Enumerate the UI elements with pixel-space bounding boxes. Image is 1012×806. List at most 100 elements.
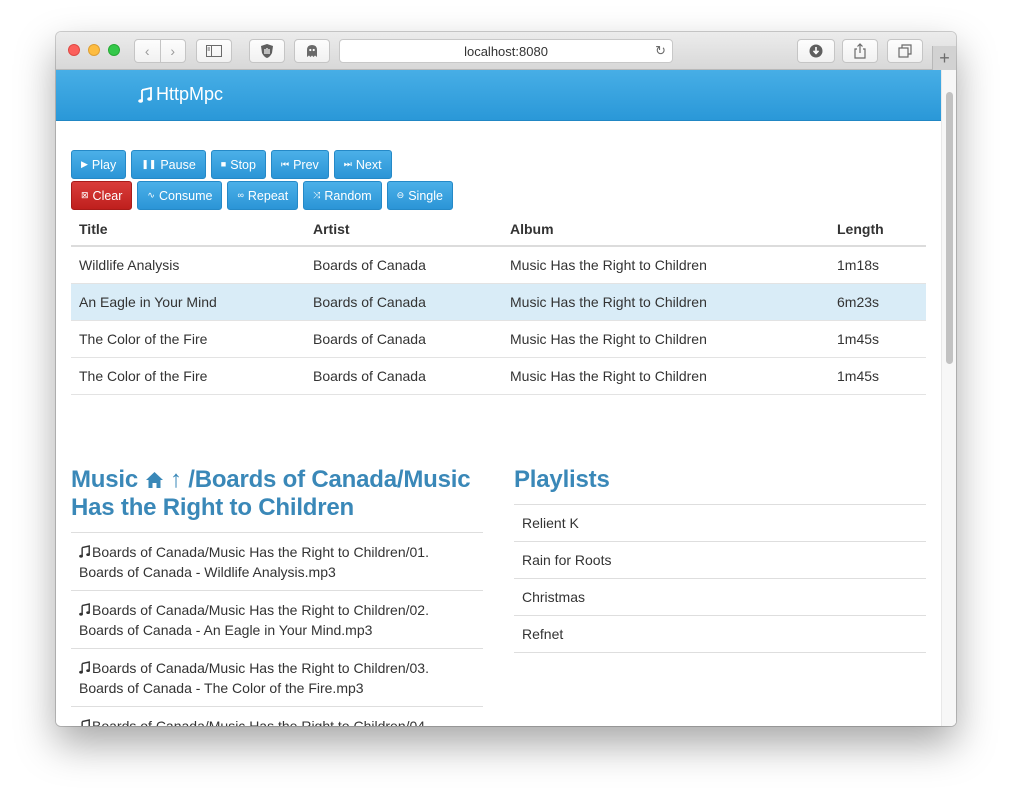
minimize-window-button[interactable] <box>88 44 100 56</box>
playlist-item[interactable]: Christmas <box>514 579 926 616</box>
random-icon: ⤨ <box>313 190 321 200</box>
track-title: The Color of the Fire <box>71 320 305 358</box>
track-length: 1m45s <box>829 320 926 358</box>
close-window-button[interactable] <box>68 44 80 56</box>
next-button[interactable]: ⏭ Next <box>333 150 392 179</box>
button-label: Play <box>91 157 117 172</box>
navbar: HttpMpc <box>56 70 941 121</box>
button-label: Random <box>324 188 372 203</box>
play-button[interactable]: ▶ Play <box>71 150 127 179</box>
stop-icon: ■ <box>220 159 227 169</box>
extension-ghost-button[interactable] <box>294 39 330 63</box>
file-item[interactable]: Boards of Canada/Music Has the Right to … <box>71 533 483 591</box>
track-album: Music Has the Right to Children <box>502 320 829 358</box>
file-path: Boards of Canada/Music Has the Right to … <box>79 602 429 638</box>
music-note-icon <box>138 86 152 103</box>
button-label: Next <box>355 157 382 172</box>
track-artist: Boards of Canada <box>305 320 502 358</box>
up-directory-icon[interactable]: ↑ <box>170 466 182 493</box>
sidebar-icon <box>206 45 222 57</box>
button-label: Clear <box>92 188 123 203</box>
clear-icon: ⊠ <box>81 190 89 200</box>
file-list: Boards of Canada/Music Has the Right to … <box>71 532 483 726</box>
column-header-artist[interactable]: Artist <box>305 213 502 247</box>
back-button[interactable]: ‹ <box>135 43 160 59</box>
browser-window: ‹ › localhost:8080 ↻ + HttpMpc ▶ Play ❚❚… <box>56 32 956 726</box>
file-path: Boards of Canada/Music Has the Right to … <box>92 718 429 726</box>
column-header-album[interactable]: Album <box>502 213 829 247</box>
track-album: Music Has the Right to Children <box>502 357 829 395</box>
forward-button[interactable]: › <box>160 43 185 59</box>
track-artist: Boards of Canada <box>305 283 502 321</box>
repeat-icon: ∞ <box>237 190 244 200</box>
playlist-item[interactable]: Refnet <box>514 616 926 653</box>
address-bar[interactable]: localhost:8080 ↻ <box>339 39 673 63</box>
track-title: An Eagle in Your Mind <box>71 283 305 321</box>
track-length: 6m23s <box>829 283 926 321</box>
extension-shield-button[interactable] <box>249 39 285 63</box>
queue-row[interactable]: The Color of the Fire Boards of Canada Mus… <box>71 320 926 358</box>
vertical-scrollbar[interactable] <box>941 70 956 726</box>
playlists-panel: Playlists Relient K Rain for Roots Christm… <box>514 466 926 653</box>
file-item[interactable]: Boards of Canada/Music Has the Right to … <box>71 707 483 726</box>
queue-row[interactable]: An Eagle in Your Mind Boards of Canada Mus… <box>71 283 926 321</box>
column-header-title[interactable]: Title <box>71 213 305 247</box>
random-button[interactable]: ⤨ Random <box>303 181 382 210</box>
playlists-heading: Playlists <box>514 466 610 493</box>
consume-button[interactable]: ∿ Consume <box>137 181 223 210</box>
queue-row[interactable]: The Color of the Fire Boards of Canada Mus… <box>71 357 926 395</box>
share-icon <box>854 43 866 59</box>
track-title: Wildlife Analysis <box>71 246 305 284</box>
music-file-icon <box>79 661 90 674</box>
music-file-icon <box>81 719 90 726</box>
scrollbar-thumb[interactable] <box>946 92 953 364</box>
queue-table: Title Artist Album Length Wildlife Analy… <box>71 213 926 395</box>
queue-header-row: Title Artist Album Length <box>71 213 926 247</box>
button-label: Single <box>408 188 443 203</box>
clear-button[interactable]: ⊠ Clear <box>71 181 133 210</box>
browser-root-link[interactable]: Music <box>71 466 138 493</box>
track-length: 1m18s <box>829 246 926 284</box>
player-controls: ▶ Play ❚❚ Pause ■ Stop ⏮ Prev ⏭ Next ⊠ Clear ∿ Consu… <box>71 150 453 212</box>
reload-icon[interactable]: ↻ <box>655 43 666 59</box>
play-icon: ▶ <box>81 159 88 169</box>
track-album: Music Has the Right to Children <box>502 283 829 321</box>
file-browser: Music ↑ /Boards of Canada/Music Has the … <box>71 466 483 726</box>
show-tabs-button[interactable] <box>887 39 923 63</box>
ghost-icon <box>307 45 317 57</box>
music-file-icon <box>79 545 90 558</box>
next-icon: ⏭ <box>343 159 352 169</box>
music-file-icon <box>79 603 90 616</box>
single-icon: ⊖ <box>396 190 405 200</box>
home-icon[interactable] <box>145 471 164 489</box>
mode-controls: ⊠ Clear ∿ Consume ∞ Repeat ⤨ Random ⊖ Single <box>71 181 453 211</box>
single-button[interactable]: ⊖ Single <box>386 181 453 210</box>
playlist-list: Relient K Rain for Roots Christmas Refnet <box>514 504 926 653</box>
browser-heading: Music ↑ /Boards of Canada/Music Has the … <box>71 466 483 522</box>
brand[interactable]: HttpMpc <box>138 84 223 105</box>
track-artist: Boards of Canada <box>305 357 502 395</box>
download-icon <box>809 44 823 58</box>
playlist-item[interactable]: Rain for Roots <box>514 542 926 579</box>
column-header-length[interactable]: Length <box>829 213 926 247</box>
stop-button[interactable]: ■ Stop <box>210 150 266 179</box>
title-bar: ‹ › localhost:8080 ↻ + <box>56 32 956 70</box>
downloads-button[interactable] <box>797 39 835 63</box>
new-tab-button[interactable]: + <box>932 46 956 70</box>
track-length: 1m45s <box>829 357 926 395</box>
file-item[interactable]: Boards of Canada/Music Has the Right to … <box>71 591 483 649</box>
playlist-item[interactable]: Relient K <box>514 505 926 542</box>
page-viewport: HttpMpc ▶ Play ❚❚ Pause ■ Stop ⏮ Prev ⏭ Next ⊠ Cle… <box>56 70 956 726</box>
brand-name: HttpMpc <box>156 84 224 104</box>
repeat-button[interactable]: ∞ Repeat <box>227 181 299 210</box>
zoom-window-button[interactable] <box>108 44 120 56</box>
share-button[interactable] <box>842 39 878 63</box>
pause-button[interactable]: ❚❚ Pause <box>131 150 206 179</box>
queue-row[interactable]: Wildlife Analysis Boards of Canada Music H… <box>71 246 926 284</box>
tabs-icon <box>898 44 912 58</box>
file-item[interactable]: Boards of Canada/Music Has the Right to … <box>71 649 483 707</box>
prev-button[interactable]: ⏮ Prev <box>270 150 329 179</box>
sidebar-toggle-button[interactable] <box>196 39 232 63</box>
track-artist: Boards of Canada <box>305 246 502 284</box>
button-label: Prev <box>293 157 319 172</box>
